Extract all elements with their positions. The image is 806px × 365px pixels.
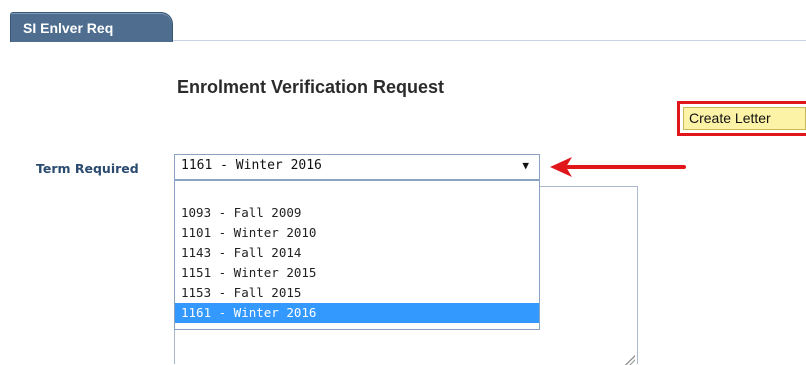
term-select-value: 1161 - Winter 2016	[181, 158, 322, 173]
page-title: Enrolment Verification Request	[177, 77, 445, 97]
term-select[interactable]: 1161 - Winter 2016 ▼	[174, 154, 540, 180]
tab-divider-line	[173, 40, 806, 41]
create-letter-highlight: Create Letter	[677, 101, 806, 136]
term-option-1151[interactable]: 1151 - Winter 2015	[175, 263, 539, 283]
term-option-1093[interactable]: 1093 - Fall 2009	[175, 203, 539, 223]
term-dropdown-list: 1093 - Fall 2009 1101 - Winter 2010 1143…	[174, 180, 540, 330]
term-option-1143[interactable]: 1143 - Fall 2014	[175, 243, 539, 263]
term-required-label: Term Required	[36, 161, 139, 176]
tab-strip: SI Enlver Req	[0, 0, 806, 42]
term-option-1153[interactable]: 1153 - Fall 2015	[175, 283, 539, 303]
tab-si-enlver-req[interactable]: SI Enlver Req	[10, 12, 173, 42]
term-option-1161[interactable]: 1161 - Winter 2016	[175, 303, 539, 323]
red-arrow-left-icon	[550, 157, 686, 177]
create-letter-button[interactable]: Create Letter	[683, 107, 806, 130]
caret-down-icon[interactable]: ▼	[522, 155, 529, 177]
term-option-1101[interactable]: 1101 - Winter 2010	[175, 223, 539, 243]
